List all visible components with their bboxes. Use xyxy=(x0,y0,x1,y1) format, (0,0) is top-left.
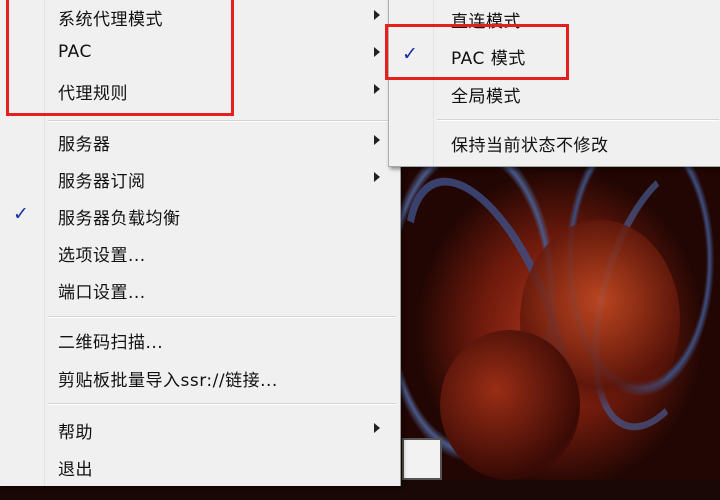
menu-item-server-subscription[interactable]: 服务器订阅 xyxy=(0,161,400,195)
menu-item-label: 服务器 xyxy=(58,135,111,155)
wallpaper-swirl xyxy=(440,330,580,480)
menu-item-port-settings[interactable]: 端口设置... xyxy=(0,272,400,306)
submenu-arrow-icon xyxy=(374,47,380,57)
menu-item-exit[interactable]: 退出 xyxy=(0,449,400,483)
menu-item-servers[interactable]: 服务器 xyxy=(0,124,400,158)
menu-item-qr-scan[interactable]: 二维码扫描... xyxy=(0,322,400,356)
menu-item-label: 剪贴板批量导入ssr://链接... xyxy=(58,371,278,391)
highlight-box-pac-mode xyxy=(385,24,569,80)
submenu-arrow-icon xyxy=(374,10,380,20)
submenu-item-global-mode[interactable]: 全局模式 xyxy=(389,76,720,110)
menu-item-label: 选项设置... xyxy=(58,246,146,266)
menu-item-label: 二维码扫描... xyxy=(58,333,164,353)
submenu-arrow-icon xyxy=(374,423,380,433)
checkmark-icon: ✓ xyxy=(13,203,29,225)
menu-item-clipboard-import[interactable]: 剪贴板批量导入ssr://链接... xyxy=(0,360,400,394)
submenu-item-keep-current[interactable]: 保持当前状态不修改 xyxy=(389,125,720,159)
menu-item-help[interactable]: 帮助 xyxy=(0,412,400,446)
menu-separator xyxy=(48,316,396,318)
menu-separator xyxy=(437,119,719,121)
menu-separator xyxy=(48,120,396,122)
menu-item-label: 服务器订阅 xyxy=(58,172,146,192)
highlight-box-main-menu xyxy=(6,0,234,116)
menu-item-options[interactable]: 选项设置... xyxy=(0,235,400,269)
desktop-window-fragment xyxy=(402,438,442,480)
menu-item-load-balance[interactable]: ✓ 服务器负载均衡 xyxy=(0,198,400,232)
menu-separator xyxy=(48,403,396,405)
submenu-arrow-icon xyxy=(374,172,380,182)
menu-item-label: 服务器负载均衡 xyxy=(58,209,181,229)
menu-item-label: 端口设置... xyxy=(58,283,146,303)
submenu-item-label: 保持当前状态不修改 xyxy=(451,136,609,156)
submenu-arrow-icon xyxy=(374,84,380,94)
submenu-arrow-icon xyxy=(374,135,380,145)
submenu-item-label: 全局模式 xyxy=(451,87,521,107)
menu-item-label: 帮助 xyxy=(58,423,93,443)
menu-item-label: 退出 xyxy=(58,460,93,480)
